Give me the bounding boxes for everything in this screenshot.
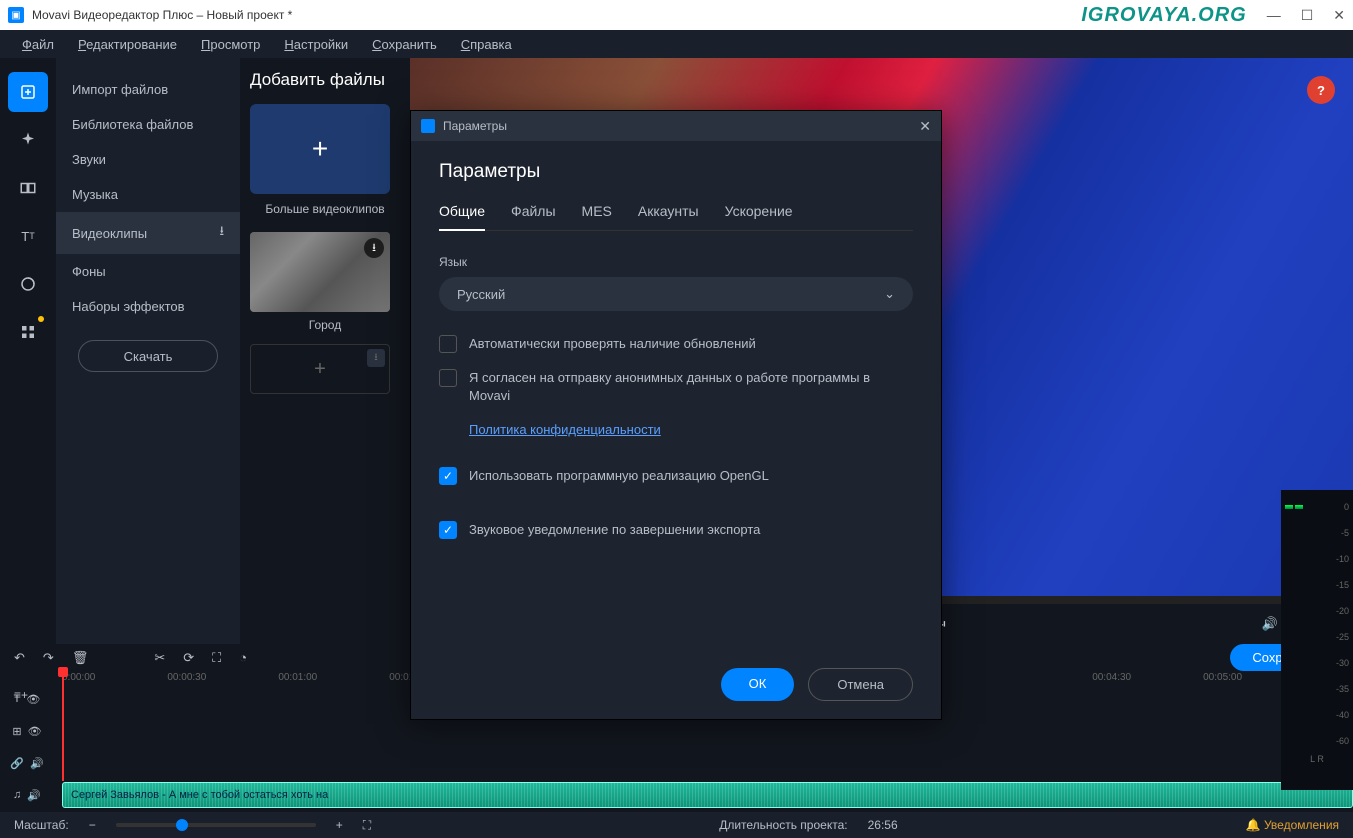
titlebar: ▣ Movavi Видеоредактор Плюс – Новый прое… bbox=[0, 0, 1353, 30]
modal-tabs: Общие Файлы MES Аккаунты Ускорение bbox=[439, 203, 913, 231]
sidebar-item-backgrounds[interactable]: Фоны bbox=[56, 254, 240, 289]
settings-modal: Параметры ✕ Параметры Общие Файлы MES Ак… bbox=[410, 110, 942, 720]
opengl-checkbox[interactable]: ✓ bbox=[439, 467, 457, 485]
delete-icon[interactable]: 🗑 bbox=[72, 650, 89, 666]
thumb-label: Город bbox=[250, 318, 400, 332]
menu-edit[interactable]: Редактирование bbox=[68, 33, 187, 56]
download-icon[interactable]: ⭳ bbox=[367, 349, 385, 367]
tab-accounts[interactable]: Аккаунты bbox=[638, 203, 699, 230]
download-icon[interactable]: ⭳ bbox=[364, 238, 384, 258]
menu-settings[interactable]: Настройки bbox=[274, 33, 358, 56]
modal-close-button[interactable]: ✕ bbox=[919, 118, 931, 135]
volume-icon[interactable]: 🔊 bbox=[30, 757, 44, 770]
add-files-tile[interactable]: + bbox=[250, 104, 390, 194]
sidebar-item-import[interactable]: Импорт файлов bbox=[56, 72, 240, 107]
sidebar-item-music[interactable]: Музыка bbox=[56, 177, 240, 212]
video-track-icon[interactable]: ⊞ bbox=[12, 725, 21, 738]
minimize-button[interactable]: — bbox=[1267, 7, 1281, 24]
tab-files[interactable]: Файлы bbox=[511, 203, 555, 230]
link-track-icon[interactable]: 🔗 bbox=[10, 757, 24, 770]
close-button[interactable]: ✕ bbox=[1333, 7, 1345, 24]
modal-heading: Параметры bbox=[439, 161, 913, 183]
thumb-city[interactable]: ⭳ bbox=[250, 232, 390, 312]
check-updates-label: Автоматически проверять наличие обновлен… bbox=[469, 335, 756, 353]
tab-mes[interactable]: MES bbox=[582, 203, 612, 230]
tool-more[interactable] bbox=[8, 312, 48, 352]
ok-button[interactable]: ОК bbox=[721, 668, 795, 701]
duration-label: Длительность проекта: bbox=[719, 818, 847, 832]
redo-icon[interactable]: ↷ bbox=[43, 650, 54, 666]
fit-icon[interactable]: ⛶ bbox=[363, 818, 371, 833]
maximize-button[interactable]: ☐ bbox=[1301, 7, 1314, 24]
window-title: Movavi Видеоредактор Плюс – Новый проект… bbox=[32, 8, 1081, 22]
menubar: Файл Редактирование Просмотр Настройки С… bbox=[0, 30, 1353, 58]
tool-transitions[interactable] bbox=[8, 168, 48, 208]
sound-notif-checkbox[interactable]: ✓ bbox=[439, 521, 457, 539]
help-badge[interactable]: ? bbox=[1307, 76, 1335, 104]
lang-select[interactable]: Русский ⌄ bbox=[439, 277, 913, 311]
tool-titles[interactable]: TT bbox=[8, 216, 48, 256]
chevron-down-icon: ⌄ bbox=[884, 286, 895, 302]
app-icon bbox=[421, 119, 435, 133]
sidebar-item-library[interactable]: Библиотека файлов bbox=[56, 107, 240, 142]
zoom-in-icon[interactable]: + bbox=[336, 818, 343, 832]
tab-general[interactable]: Общие bbox=[439, 203, 485, 231]
cancel-button[interactable]: Отмена bbox=[808, 668, 913, 701]
modal-window-title: Параметры bbox=[443, 119, 507, 133]
rotate-icon[interactable]: ⟳ bbox=[183, 650, 194, 666]
audio-track-icon[interactable]: ♫ bbox=[13, 789, 21, 801]
toolstrip: TT bbox=[0, 58, 56, 644]
menu-file[interactable]: Файл bbox=[12, 33, 64, 56]
zoom-out-icon[interactable]: − bbox=[89, 818, 96, 832]
watermark: IGROVAYA.ORG bbox=[1081, 4, 1246, 27]
sidebar-item-effects[interactable]: Наборы эффектов bbox=[56, 289, 240, 324]
crop-icon[interactable]: ⛶ bbox=[212, 650, 221, 666]
privacy-link[interactable]: Политика конфиденциальности bbox=[469, 422, 913, 437]
tool-stickers[interactable] bbox=[8, 264, 48, 304]
panel-title: Добавить файлы bbox=[250, 70, 400, 90]
empty-tile[interactable]: +⭳ bbox=[250, 344, 390, 394]
sound-notif-label: Звуковое уведомление по завершении экспо… bbox=[469, 521, 760, 539]
undo-icon[interactable]: ↶ bbox=[14, 650, 25, 666]
volume-icon[interactable]: 🔊 bbox=[1262, 616, 1278, 632]
download-button[interactable]: Скачать bbox=[78, 340, 218, 372]
app-icon: ▣ bbox=[8, 7, 24, 23]
duration-value: 26:56 bbox=[868, 818, 898, 832]
notifications-button[interactable]: 🔔 Уведомления bbox=[1246, 818, 1339, 832]
sidebar: Импорт файлов Библиотека файлов Звуки Му… bbox=[56, 58, 240, 644]
menu-save[interactable]: Сохранить bbox=[362, 33, 447, 56]
audio-clip[interactable]: Сергей Завьялов - А мне с тобой остаться… bbox=[62, 782, 1353, 808]
media-panel: Добавить файлы + Больше видеоклипов ⭳ Го… bbox=[240, 58, 410, 644]
zoom-slider[interactable] bbox=[116, 823, 316, 827]
tab-accel[interactable]: Ускорение bbox=[725, 203, 793, 230]
anon-data-label: Я согласен на отправку анонимных данных … bbox=[469, 369, 913, 405]
tool-import[interactable] bbox=[8, 72, 48, 112]
cut-icon[interactable]: ✂ bbox=[154, 650, 165, 666]
sidebar-item-videoclips[interactable]: Видеоклипы⭳ bbox=[56, 212, 240, 254]
eye-icon[interactable]: 👁 bbox=[26, 693, 40, 706]
statusbar: Масштаб: − + ⛶ Длительность проекта: 26:… bbox=[0, 812, 1353, 838]
add-track-icon[interactable]: ≡+ bbox=[14, 688, 28, 702]
tool-filters[interactable] bbox=[8, 120, 48, 160]
check-updates-checkbox[interactable] bbox=[439, 335, 457, 353]
scale-label: Масштаб: bbox=[14, 818, 69, 832]
lang-label: Язык bbox=[439, 255, 913, 269]
download-icon: ⭳ bbox=[219, 222, 224, 244]
volume-icon[interactable]: 🔊 bbox=[27, 789, 41, 802]
color-icon[interactable]: ◔ bbox=[239, 650, 247, 665]
opengl-label: Использовать программную реализацию Open… bbox=[469, 467, 769, 485]
anon-data-checkbox[interactable] bbox=[439, 369, 457, 387]
menu-help[interactable]: Справка bbox=[451, 33, 522, 56]
menu-view[interactable]: Просмотр bbox=[191, 33, 270, 56]
audio-meters: 0 -5 -10 -15 -20 -25 -30 -35 -40 -60 L R bbox=[1281, 490, 1353, 790]
sidebar-item-sounds[interactable]: Звуки bbox=[56, 142, 240, 177]
eye-icon[interactable]: 👁 bbox=[28, 725, 42, 738]
add-tile-label: Больше видеоклипов bbox=[250, 202, 400, 216]
